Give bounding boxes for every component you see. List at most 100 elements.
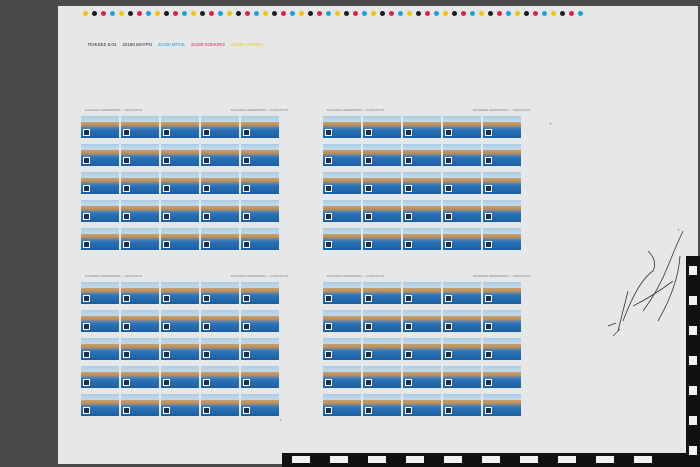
stamp <box>483 282 521 304</box>
registration-dot <box>191 11 196 16</box>
registration-dot <box>308 11 313 16</box>
registration-dot <box>542 11 547 16</box>
stamp <box>121 394 159 416</box>
stamp <box>121 310 159 332</box>
stamp <box>241 338 279 360</box>
stamp <box>323 200 361 222</box>
scale-bar <box>282 453 686 467</box>
registration-dot <box>371 11 376 16</box>
stamp <box>201 116 239 138</box>
registration-dot <box>470 11 475 16</box>
registration-dot <box>560 11 565 16</box>
stamp <box>201 310 239 332</box>
registration-dot <box>263 11 268 16</box>
registration-dot <box>524 11 529 16</box>
registration-dot <box>326 11 331 16</box>
stamp <box>201 200 239 222</box>
stamp <box>161 366 199 388</box>
registration-dot <box>569 11 574 16</box>
stamp <box>483 144 521 166</box>
registration-dot <box>299 11 304 16</box>
stamp <box>241 200 279 222</box>
registration-dot <box>515 11 520 16</box>
registration-dot <box>164 11 169 16</box>
stamp-grid <box>81 282 279 416</box>
stamp <box>201 144 239 166</box>
stamp <box>363 144 401 166</box>
registration-dot <box>182 11 187 16</box>
stamp <box>323 116 361 138</box>
stamp <box>363 282 401 304</box>
stamp <box>81 144 119 166</box>
stamp <box>81 394 119 416</box>
registration-dot <box>173 11 178 16</box>
stamp <box>403 338 441 360</box>
registration-dot <box>290 11 295 16</box>
registration-dot <box>245 11 250 16</box>
stamp <box>363 310 401 332</box>
registration-dot <box>92 11 97 16</box>
stamp <box>443 338 481 360</box>
stamp-pane-bottom-left: ΕΛΛΗΝΙΚΗ ΔΗΜΟΚΡΑΤΙΑ — ΚΑΤΑΛΟΓΟΣ ΕΛΛΗΝΙΚΗ… <box>81 274 288 416</box>
stamp <box>483 172 521 194</box>
registration-dot <box>227 11 232 16</box>
legend-item: 32180 ΜΑΥΡΟ <box>122 42 153 47</box>
stamp <box>121 338 159 360</box>
registration-dot <box>362 11 367 16</box>
stamp <box>483 116 521 138</box>
stamp <box>483 200 521 222</box>
legend-item: ΠΟΚΣΕΣ 6.01 <box>88 42 117 47</box>
registration-dot <box>317 11 322 16</box>
stamp <box>483 366 521 388</box>
stamp <box>241 310 279 332</box>
stamp <box>483 310 521 332</box>
stamp <box>201 228 239 250</box>
registration-dot <box>335 11 340 16</box>
registration-dot <box>416 11 421 16</box>
stamp <box>121 144 159 166</box>
registration-dot <box>479 11 484 16</box>
stamp <box>241 366 279 388</box>
stamp <box>483 338 521 360</box>
stamp <box>403 282 441 304</box>
registration-dot <box>380 11 385 16</box>
legend-item: 32180 ΜΠΛΕ <box>158 42 185 47</box>
registration-dot <box>137 11 142 16</box>
stamp <box>201 282 239 304</box>
stamp <box>363 200 401 222</box>
stamp <box>323 172 361 194</box>
stamp <box>161 394 199 416</box>
stamp-grid <box>323 116 521 250</box>
stamp <box>403 172 441 194</box>
stamp-pane-top-left: ΕΛΛΗΝΙΚΗ ΔΗΜΟΚΡΑΤΙΑ — ΚΑΤΑΛΟΓΟΣ ΕΛΛΗΝΙΚΗ… <box>81 108 288 250</box>
stamp <box>241 144 279 166</box>
stamp <box>403 366 441 388</box>
stamp-pane-top-right: ΕΛΛΗΝΙΚΗ ΔΗΜΟΚΡΑΤΙΑ — ΚΑΤΑΛΟΓΟΣ ΕΛΛΗΝΙΚΗ… <box>323 108 530 250</box>
registration-dots <box>83 11 583 16</box>
stamp <box>363 394 401 416</box>
pane-caption: ΕΛΛΗΝΙΚΗ ΔΗΜΟΚΡΑΤΙΑ — ΚΑΤΑΛΟΓΟΣ <box>231 108 289 112</box>
stamp <box>443 172 481 194</box>
stamp <box>81 172 119 194</box>
stamp <box>323 338 361 360</box>
stamp <box>483 228 521 250</box>
registration-dot <box>101 11 106 16</box>
registration-dot <box>506 11 511 16</box>
stamp <box>201 366 239 388</box>
registration-dot <box>200 11 205 16</box>
stamp <box>161 228 199 250</box>
registration-dot <box>218 11 223 16</box>
legend-item: 32180 ΚΙΤΡΙΝΟ <box>230 42 263 47</box>
registration-dot <box>407 11 412 16</box>
stamp <box>323 282 361 304</box>
stamp <box>443 116 481 138</box>
stamp <box>81 228 119 250</box>
registration-dot <box>434 11 439 16</box>
stamp-pane-bottom-right: ΕΛΛΗΝΙΚΗ ΔΗΜΟΚΡΑΤΙΑ — ΚΑΤΑΛΟΓΟΣ ΕΛΛΗΝΙΚΗ… <box>323 274 530 416</box>
stamp-sheet: ΠΟΚΣΕΣ 6.01 32180 ΜΑΥΡΟ 32180 ΜΠΛΕ 32180… <box>58 6 698 464</box>
registration-dot <box>236 11 241 16</box>
registration-dot <box>353 11 358 16</box>
registration-dot <box>155 11 160 16</box>
stamp <box>161 338 199 360</box>
pane-caption: ΕΛΛΗΝΙΚΗ ΔΗΜΟΚΡΑΤΙΑ — ΚΑΤΑΛΟΓΟΣ <box>85 274 143 278</box>
